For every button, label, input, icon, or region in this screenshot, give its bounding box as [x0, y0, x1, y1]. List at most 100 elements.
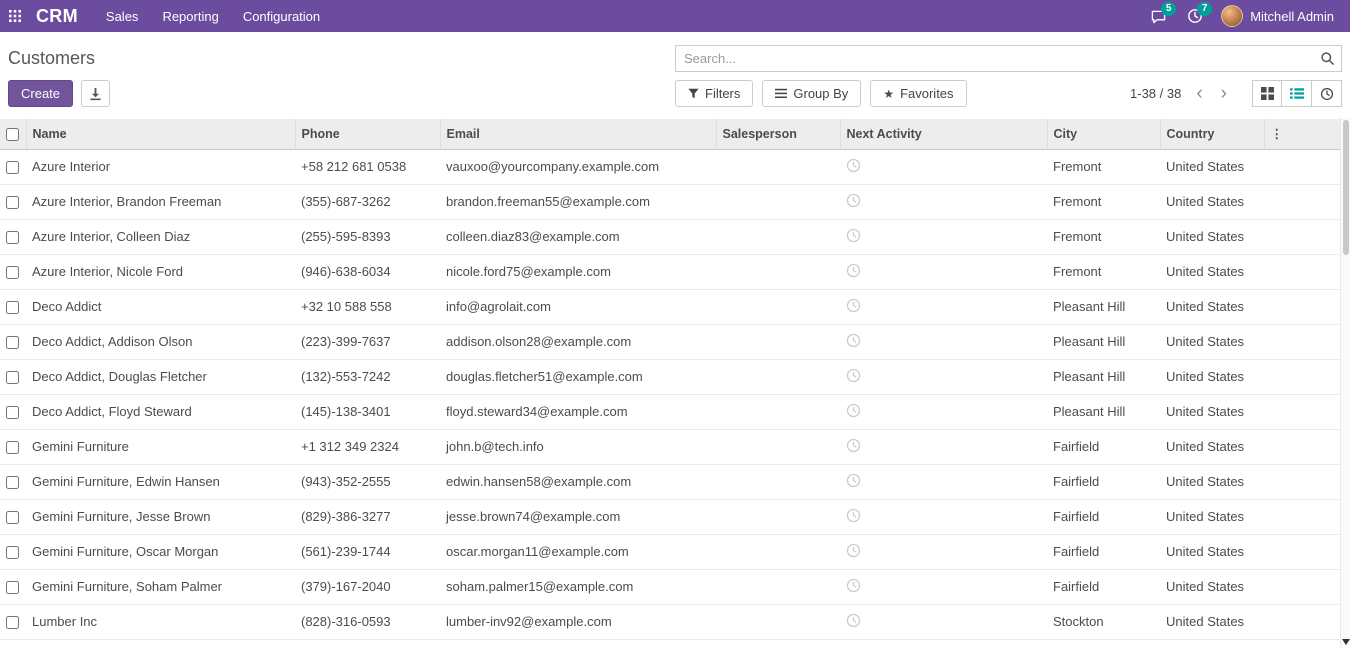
next-activity-clock-icon[interactable] [846, 403, 861, 418]
row-filler-cell [1264, 394, 1350, 429]
column-header-phone[interactable]: Phone [295, 119, 440, 149]
customer-next-activity [840, 464, 1047, 499]
next-activity-clock-icon[interactable] [846, 193, 861, 208]
filters-label: Filters [705, 86, 740, 101]
apps-menu-button[interactable] [0, 0, 30, 32]
scroll-down-arrow-icon[interactable] [1342, 639, 1350, 645]
customer-email: info@agrolait.com [440, 289, 716, 324]
optional-columns-toggle[interactable]: ⋮ [1264, 119, 1350, 149]
vertical-scrollbar[interactable] [1340, 118, 1350, 648]
customer-salesperson [716, 149, 840, 184]
kanban-view-button[interactable] [1252, 80, 1282, 107]
systray: 5 7 Mitchell Admin [1140, 0, 1350, 32]
next-activity-clock-icon[interactable] [846, 368, 861, 383]
customer-email: brandon.freeman55@example.com [440, 184, 716, 219]
table-row[interactable]: Gemini Furniture +1 312 349 2324 john.b@… [0, 429, 1350, 464]
customer-next-activity [840, 149, 1047, 184]
customer-salesperson [716, 464, 840, 499]
export-button[interactable] [81, 80, 110, 107]
column-header-next-activity[interactable]: Next Activity [840, 119, 1047, 149]
customer-country: United States [1160, 359, 1264, 394]
next-activity-clock-icon[interactable] [846, 298, 861, 313]
customer-phone: (829)-386-3277 [295, 499, 440, 534]
row-checkbox[interactable] [6, 196, 19, 209]
create-button[interactable]: Create [8, 80, 73, 107]
next-activity-clock-icon[interactable] [846, 438, 861, 453]
row-checkbox-cell [0, 569, 26, 604]
next-activity-clock-icon[interactable] [846, 613, 861, 628]
search-input[interactable] [675, 45, 1342, 72]
activities-menu-button[interactable]: 7 [1177, 0, 1213, 32]
next-activity-clock-icon[interactable] [846, 578, 861, 593]
row-checkbox[interactable] [6, 581, 19, 594]
pager-previous-button[interactable]: ‹ [1187, 84, 1211, 103]
page-title: Customers [8, 48, 95, 69]
next-activity-clock-icon[interactable] [846, 473, 861, 488]
next-activity-clock-icon[interactable] [846, 228, 861, 243]
row-checkbox[interactable] [6, 161, 19, 174]
messages-menu-button[interactable]: 5 [1140, 0, 1177, 32]
row-checkbox[interactable] [6, 511, 19, 524]
pager-next-button[interactable]: › [1212, 84, 1236, 103]
main-menu: Sales Reporting Configuration [94, 0, 332, 32]
table-row[interactable]: Lumber Inc (828)-316-0593 lumber-inv92@e… [0, 604, 1350, 639]
next-activity-clock-icon[interactable] [846, 508, 861, 523]
favorites-button[interactable]: ★ Favorites [870, 80, 966, 107]
group-by-button[interactable]: Group By [762, 80, 861, 107]
table-row[interactable]: Azure Interior, Colleen Diaz (255)-595-8… [0, 219, 1350, 254]
column-header-salesperson[interactable]: Salesperson [716, 119, 840, 149]
row-filler-cell [1264, 534, 1350, 569]
table-row[interactable]: Gemini Furniture, Jesse Brown (829)-386-… [0, 499, 1350, 534]
table-row[interactable]: Gemini Furniture, Edwin Hansen (943)-352… [0, 464, 1350, 499]
filters-button[interactable]: Filters [675, 80, 753, 107]
row-filler-cell [1264, 324, 1350, 359]
customer-salesperson [716, 569, 840, 604]
row-checkbox[interactable] [6, 231, 19, 244]
user-menu-button[interactable]: Mitchell Admin [1213, 0, 1342, 32]
table-row[interactable]: Deco Addict, Douglas Fletcher (132)-553-… [0, 359, 1350, 394]
column-header-email[interactable]: Email [440, 119, 716, 149]
row-checkbox[interactable] [6, 441, 19, 454]
list-view-button[interactable] [1282, 80, 1312, 107]
table-row[interactable]: Deco Addict +32 10 588 558 info@agrolait… [0, 289, 1350, 324]
customer-phone: (379)-167-2040 [295, 569, 440, 604]
table-row[interactable]: Deco Addict, Addison Olson (223)-399-763… [0, 324, 1350, 359]
scrollbar-thumb[interactable] [1343, 120, 1349, 255]
menu-sales[interactable]: Sales [94, 0, 151, 32]
next-activity-clock-icon[interactable] [846, 543, 861, 558]
table-row[interactable]: Gemini Furniture, Soham Palmer (379)-167… [0, 569, 1350, 604]
search-icon[interactable] [1320, 51, 1335, 66]
column-header-name[interactable]: Name [26, 119, 295, 149]
column-header-country[interactable]: Country [1160, 119, 1264, 149]
row-checkbox[interactable] [6, 406, 19, 419]
row-checkbox[interactable] [6, 371, 19, 384]
row-checkbox[interactable] [6, 476, 19, 489]
customer-email: floyd.steward34@example.com [440, 394, 716, 429]
activity-view-button[interactable] [1312, 80, 1342, 107]
column-header-city[interactable]: City [1047, 119, 1160, 149]
row-checkbox[interactable] [6, 266, 19, 279]
avatar [1221, 5, 1243, 27]
table-row[interactable]: Gemini Furniture, Oscar Morgan (561)-239… [0, 534, 1350, 569]
table-row[interactable]: Azure Interior, Nicole Ford (946)-638-60… [0, 254, 1350, 289]
customer-name: Lumber Inc [26, 604, 295, 639]
app-brand[interactable]: CRM [30, 6, 94, 27]
customer-email: douglas.fletcher51@example.com [440, 359, 716, 394]
customer-salesperson [716, 359, 840, 394]
row-checkbox[interactable] [6, 301, 19, 314]
select-all-checkbox[interactable] [6, 128, 19, 141]
next-activity-clock-icon[interactable] [846, 263, 861, 278]
row-checkbox[interactable] [6, 546, 19, 559]
customer-country: United States [1160, 289, 1264, 324]
next-activity-clock-icon[interactable] [846, 158, 861, 173]
customer-city: Pleasant Hill [1047, 324, 1160, 359]
row-checkbox[interactable] [6, 616, 19, 629]
menu-reporting[interactable]: Reporting [150, 0, 230, 32]
table-row[interactable]: Azure Interior, Brandon Freeman (355)-68… [0, 184, 1350, 219]
search-bar [675, 45, 1342, 72]
table-row[interactable]: Azure Interior +58 212 681 0538 vauxoo@y… [0, 149, 1350, 184]
table-row[interactable]: Deco Addict, Floyd Steward (145)-138-340… [0, 394, 1350, 429]
next-activity-clock-icon[interactable] [846, 333, 861, 348]
row-checkbox[interactable] [6, 336, 19, 349]
menu-configuration[interactable]: Configuration [231, 0, 332, 32]
